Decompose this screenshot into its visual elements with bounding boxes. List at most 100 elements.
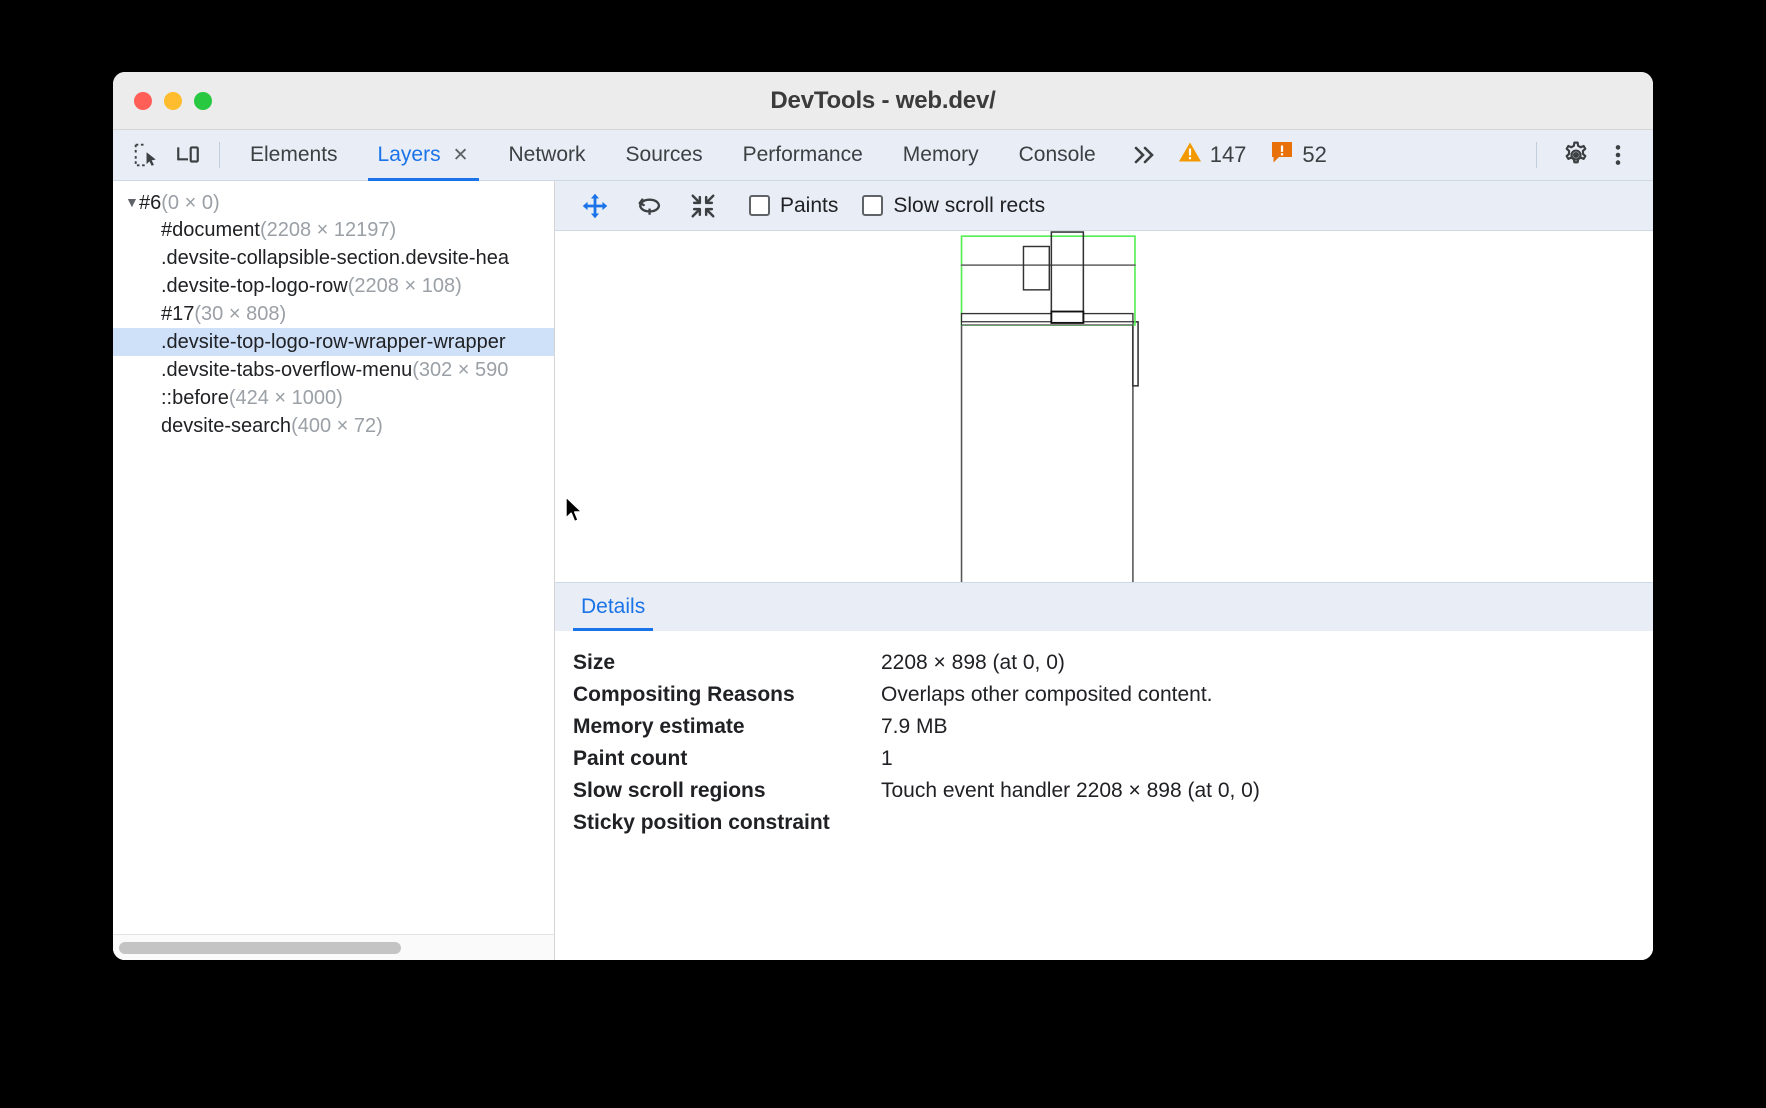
checkbox-box[interactable] [749, 195, 770, 216]
detail-value: 1 [881, 747, 893, 771]
detail-row-size: Size 2208 × 898 (at 0, 0) [573, 647, 1653, 679]
details-pane: Details Size 2208 × 898 (at 0, 0) Compos… [555, 582, 1653, 960]
layer-dims: (400 × 72) [291, 415, 383, 437]
detail-value: 7.9 MB [881, 715, 948, 739]
pan-mode-button[interactable] [573, 187, 617, 225]
warning-triangle-icon [1178, 141, 1202, 169]
layer-label: #document [161, 219, 260, 241]
checkbox-label: Paints [780, 194, 838, 218]
layer-dims: (30 × 808) [194, 303, 286, 325]
layer-tree-item-tabs-overflow-menu[interactable]: .devsite-tabs-overflow-menu(302 × 590 [113, 356, 554, 384]
detail-row-memory-estimate: Memory estimate 7.9 MB [573, 711, 1653, 743]
minimize-window-button[interactable] [164, 92, 182, 110]
layer-tree-item-document[interactable]: #document(2208 × 12197) [113, 216, 554, 244]
device-toolbar-icon[interactable] [167, 136, 209, 174]
window-controls [134, 92, 212, 110]
detail-key: Size [573, 651, 881, 675]
detail-value: Overlaps other composited content. [881, 683, 1213, 707]
tab-label: Console [1019, 143, 1096, 167]
layer-tree-item-top-logo-row[interactable]: .devsite-top-logo-row(2208 × 108) [113, 272, 554, 300]
layer-label: ::before [161, 387, 229, 409]
layer-tree[interactable]: ▼#6(0 × 0) #document(2208 × 12197) .devs… [113, 181, 554, 934]
tab-label: Network [509, 143, 586, 167]
layer-label: #6 [139, 192, 161, 214]
tab-layers[interactable]: Layers ✕ [358, 130, 489, 181]
layer-tree-item-collapsible-section[interactable]: .devsite-collapsible-section.devsite-hea [113, 244, 554, 272]
layer-dims: (2208 × 12197) [260, 219, 396, 241]
reset-transform-button[interactable] [681, 187, 725, 225]
detail-key: Memory estimate [573, 715, 881, 739]
layer-label: devsite-search [161, 415, 291, 437]
layer-tree-item-before[interactable]: ::before(424 × 1000) [113, 384, 554, 412]
toolbar-divider [219, 142, 220, 168]
detail-key: Compositing Reasons [573, 683, 881, 707]
details-tab-label: Details [581, 595, 645, 619]
tab-label: Elements [250, 143, 338, 167]
issue-counter[interactable]: 52 [1270, 140, 1326, 170]
warning-counter[interactable]: 147 [1178, 141, 1247, 169]
layer-dims: (2208 × 108) [348, 275, 462, 297]
detail-row-sticky-position-constraint: Sticky position constraint [573, 807, 1653, 839]
layer-tree-item-top-logo-row-wrapper-wrapper[interactable]: .devsite-top-logo-row-wrapper-wrapper [113, 328, 554, 356]
paints-checkbox[interactable]: Paints [749, 194, 838, 218]
panel-tabs: Elements Layers ✕ Network Sources Perfor… [230, 130, 1116, 181]
gear-icon[interactable] [1555, 136, 1597, 174]
detail-row-slow-scroll-regions: Slow scroll regions Touch event handler … [573, 775, 1653, 807]
tab-memory[interactable]: Memory [883, 130, 999, 181]
zoom-window-button[interactable] [194, 92, 212, 110]
detail-value: Touch event handler 2208 × 898 (at 0, 0) [881, 779, 1260, 803]
layer-tree-item-devsite-search[interactable]: devsite-search(400 × 72) [113, 412, 554, 440]
detail-key: Slow scroll regions [573, 779, 881, 803]
toolbar-divider [1536, 142, 1537, 168]
tab-elements[interactable]: Elements [230, 130, 358, 181]
layer-dims: (0 × 0) [161, 192, 219, 214]
tab-sources[interactable]: Sources [606, 130, 723, 181]
layer-tree-root[interactable]: ▼#6(0 × 0) [113, 188, 554, 216]
layer-label: .devsite-top-logo-row-wrapper-wrapper [161, 331, 506, 353]
detail-key: Sticky position constraint [573, 811, 881, 835]
tab-label: Sources [626, 143, 703, 167]
layers-3d-canvas[interactable] [555, 231, 1653, 582]
layer-tree-pane: ▼#6(0 × 0) #document(2208 × 12197) .devs… [113, 181, 555, 960]
inspect-element-icon[interactable] [125, 136, 167, 174]
more-vertical-icon[interactable] [1597, 136, 1639, 174]
close-window-button[interactable] [134, 92, 152, 110]
more-tabs-chevron-icon[interactable] [1116, 144, 1174, 166]
layer-label: .devsite-tabs-overflow-menu [161, 359, 412, 381]
tab-details[interactable]: Details [573, 583, 653, 631]
layer-label: #17 [161, 303, 194, 325]
warning-count: 147 [1210, 142, 1247, 168]
window-titlebar: DevTools - web.dev/ [113, 72, 1653, 130]
detail-value: 2208 × 898 (at 0, 0) [881, 651, 1065, 675]
tab-console[interactable]: Console [999, 130, 1116, 181]
tab-label: Layers [378, 143, 441, 167]
horizontal-scrollbar[interactable] [113, 934, 554, 960]
chevron-down-icon[interactable]: ▼ [125, 188, 139, 216]
issue-badge-icon [1270, 140, 1294, 170]
slow-scroll-rects-checkbox[interactable]: Slow scroll rects [862, 194, 1045, 218]
devtools-window: DevTools - web.dev/ Elements Layers [113, 72, 1653, 960]
layer-dims: (424 × 1000) [229, 387, 343, 409]
detail-key: Paint count [573, 747, 881, 771]
rotate-mode-button[interactable] [627, 187, 671, 225]
scrollbar-thumb[interactable] [119, 942, 401, 954]
issue-count: 52 [1302, 142, 1326, 168]
tab-network[interactable]: Network [489, 130, 606, 181]
window-title: DevTools - web.dev/ [113, 87, 1653, 115]
tab-label: Memory [903, 143, 979, 167]
layers-view-pane: Paints Slow scroll rects [555, 181, 1653, 960]
layer-dims: (302 × 590 [412, 359, 508, 381]
layer-stack-visualization [555, 231, 1653, 582]
layer-label: .devsite-collapsible-section.devsite-hea [161, 247, 509, 269]
devtools-body: ▼#6(0 × 0) #document(2208 × 12197) .devs… [113, 181, 1653, 960]
tabbar-right-controls [1526, 136, 1653, 174]
layer-tree-item-17[interactable]: #17(30 × 808) [113, 300, 554, 328]
tab-performance[interactable]: Performance [723, 130, 883, 181]
layers-toolbar: Paints Slow scroll rects [555, 181, 1653, 231]
details-list: Size 2208 × 898 (at 0, 0) Compositing Re… [555, 631, 1653, 960]
close-icon[interactable]: ✕ [453, 146, 469, 165]
tab-label: Performance [743, 143, 863, 167]
checkbox-label: Slow scroll rects [893, 194, 1045, 218]
checkbox-box[interactable] [862, 195, 883, 216]
details-tabbar: Details [555, 583, 1653, 631]
